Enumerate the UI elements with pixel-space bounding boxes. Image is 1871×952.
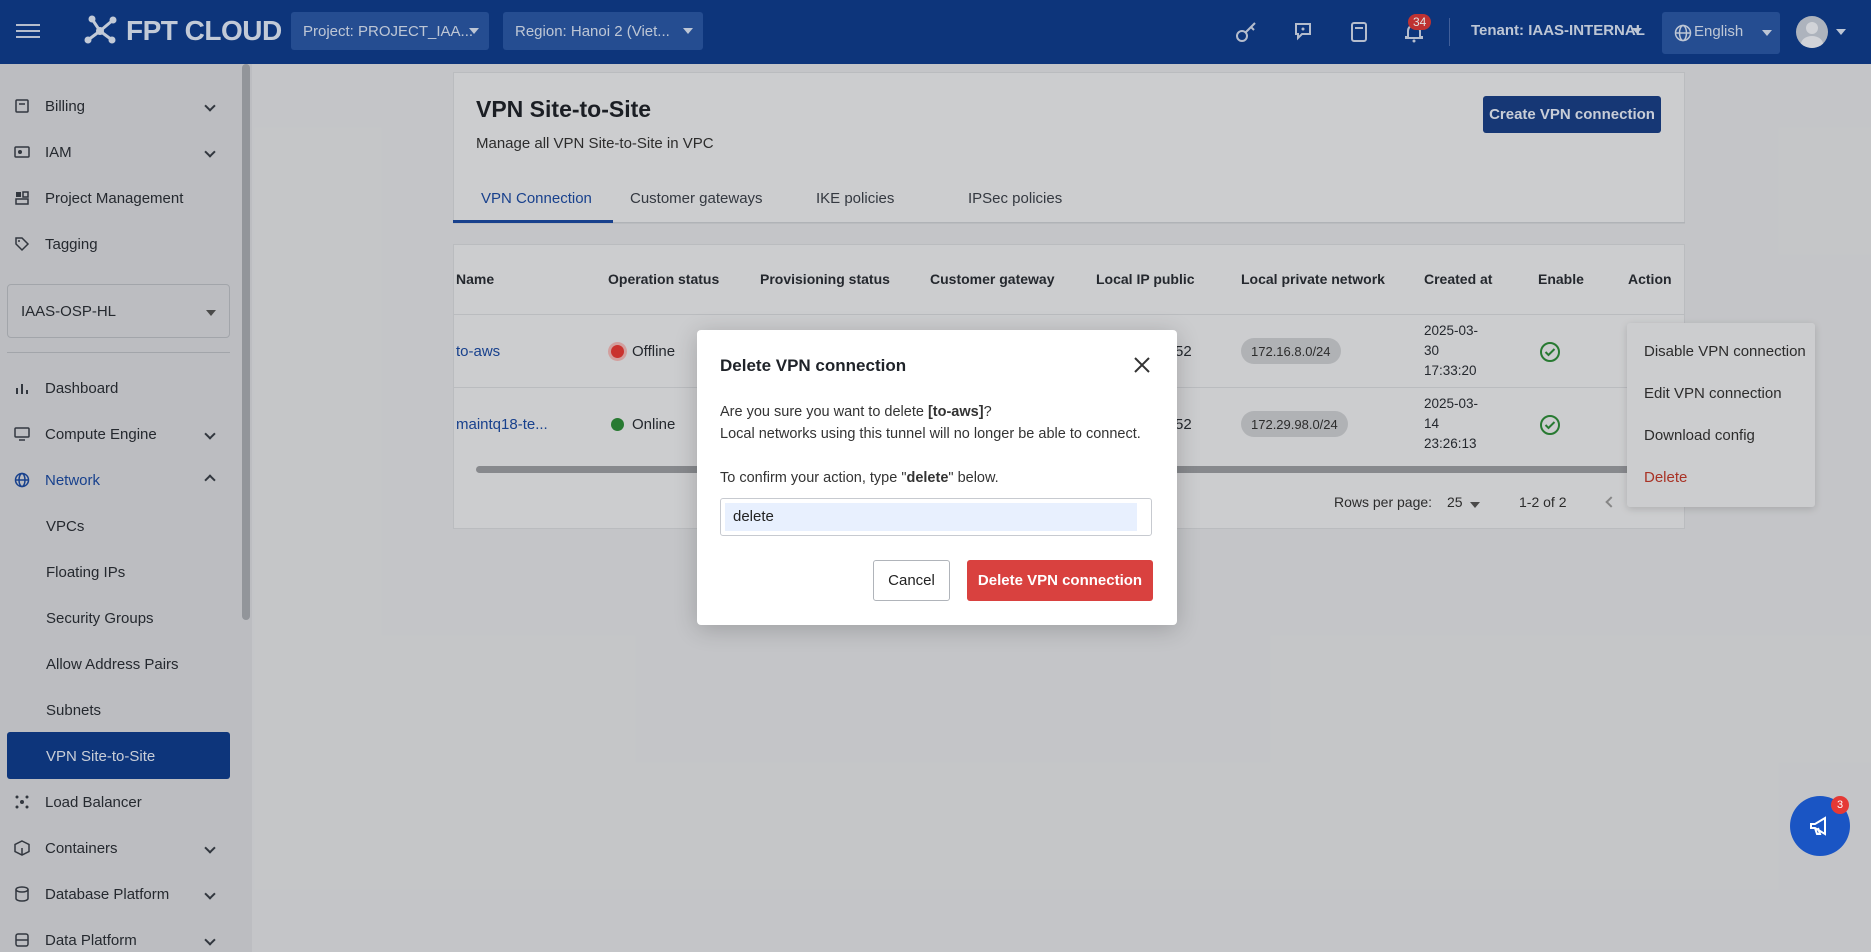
confirm-prefix: To confirm your action, type " — [720, 470, 907, 486]
dialog-confirm-instruction: To confirm your action, type "delete" be… — [720, 470, 999, 486]
confirm-input-field[interactable] — [720, 498, 1152, 536]
confirm-input[interactable] — [733, 508, 1133, 525]
cancel-button[interactable]: Cancel — [873, 560, 950, 601]
dialog-target-name: [to-aws] — [927, 404, 984, 420]
confirm-word: delete — [906, 470, 949, 486]
dialog-message: Are you sure you want to delete [to-aws]… — [720, 404, 992, 420]
delete-vpn-dialog: Delete VPN connection Are you sure you w… — [697, 330, 1177, 625]
dialog-message-prefix: Are you sure you want to delete — [720, 404, 928, 420]
dialog-warning: Local networks using this tunnel will no… — [720, 426, 1141, 442]
close-icon[interactable] — [1131, 354, 1153, 376]
delete-vpn-connection-button[interactable]: Delete VPN connection — [967, 560, 1153, 601]
announcement-badge: 3 — [1831, 796, 1849, 814]
megaphone-icon — [1810, 816, 1826, 836]
confirm-suffix: " below. — [948, 470, 999, 486]
dialog-message-suffix: ? — [983, 404, 992, 420]
dialog-title: Delete VPN connection — [720, 356, 907, 375]
